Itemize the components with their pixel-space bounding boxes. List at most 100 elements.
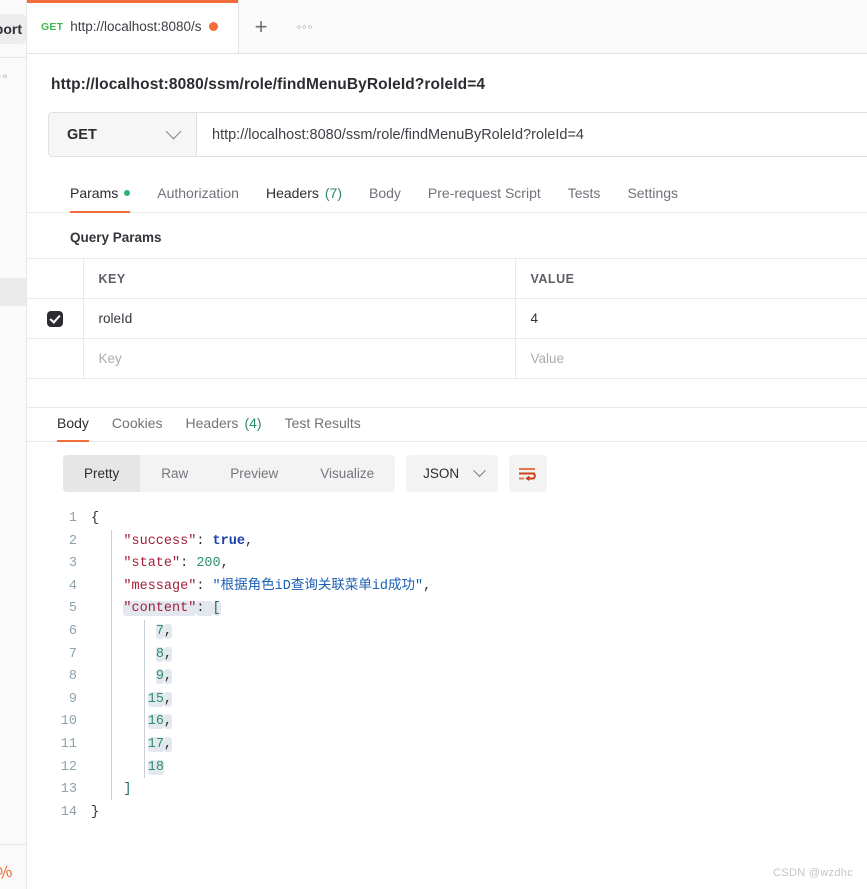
tab-title-label: http://localhost:8080/s	[70, 19, 202, 34]
row-key-cell[interactable]: roleId	[83, 298, 516, 339]
header-key-label: KEY	[98, 271, 126, 286]
wrap-lines-button[interactable]	[509, 455, 548, 492]
response-format-select[interactable]: JSON	[406, 455, 499, 492]
view-mode-visualize[interactable]: Visualize	[299, 455, 395, 492]
new-tab-button[interactable]: +	[239, 0, 283, 53]
query-params-heading: Query Params	[70, 230, 162, 245]
main-area: GET http://localhost:8080/s + ◦◦◦ http:/…	[27, 0, 867, 889]
code-line: 10 16,	[49, 711, 867, 734]
tab-tests[interactable]: Tests	[568, 185, 601, 212]
query-params-table: KEY VALUE roleId 4 Key Value	[27, 258, 867, 379]
header-cell-checkbox	[27, 258, 84, 299]
request-title: http://localhost:8080/ssm/role/findMenuB…	[51, 76, 486, 93]
response-view-modes: Pretty Raw Preview Visualize	[63, 455, 396, 492]
tab-headers-count: (7)	[324, 185, 342, 201]
line-content: }	[91, 802, 99, 825]
code-token: ,	[163, 623, 173, 639]
tab-authorization[interactable]: Authorization	[157, 185, 239, 212]
row-value-cell-empty[interactable]: Value	[515, 338, 867, 379]
line-content: ]	[91, 779, 131, 802]
code-token: 16	[147, 714, 164, 730]
tab-settings[interactable]: Settings	[627, 185, 678, 212]
line-number: 2	[68, 533, 77, 549]
checkbox-checked-icon[interactable]	[46, 310, 63, 327]
import-button[interactable]: Import	[0, 14, 26, 44]
line-content: 9,	[91, 666, 173, 689]
tab-pre-request-script[interactable]: Pre-request Script	[428, 185, 541, 212]
chevron-down-icon	[473, 464, 486, 478]
code-line: 6 7,	[49, 621, 867, 644]
response-tab-body-label: Body	[57, 415, 89, 431]
tab-tests-label: Tests	[567, 185, 601, 201]
code-token: [	[212, 601, 221, 617]
postman-window: Import ◦◦ % GET http://localhost:8080/s …	[0, 0, 867, 889]
table-row[interactable]: roleId 4	[27, 298, 867, 339]
response-body-code[interactable]: 1{2 "success": true, 3 "state": 200, 4 "me…	[27, 508, 867, 824]
view-mode-raw[interactable]: Raw	[140, 455, 209, 492]
code-line: 13 ]	[49, 779, 867, 802]
code-token: "success"	[123, 533, 197, 549]
response-tab-test-results[interactable]: Test Results	[285, 415, 361, 441]
table-row[interactable]: Key Value	[27, 338, 867, 379]
code-token: "message"	[123, 578, 197, 594]
response-format-value: JSON	[423, 466, 460, 481]
sidebar-bottom-icon[interactable]: %	[0, 862, 14, 885]
code-token: ,	[220, 556, 229, 572]
line-number: 4	[68, 578, 77, 594]
header-cell-key: KEY	[83, 258, 516, 299]
response-tab-cookies-label: Cookies	[111, 415, 163, 431]
line-number: 10	[60, 714, 77, 730]
url-input[interactable]: http://localhost:8080/ssm/role/findMenuB…	[197, 113, 867, 156]
row-value-cell[interactable]: 4	[515, 298, 867, 339]
tab-params[interactable]: Params	[70, 185, 131, 213]
line-content: 15,	[91, 689, 173, 712]
view-mode-preview[interactable]: Preview	[209, 455, 299, 492]
header-cell-value: VALUE	[515, 258, 867, 299]
line-number: 5	[68, 601, 77, 617]
code-token: true	[212, 533, 245, 549]
code-token: 7	[155, 623, 164, 639]
line-content: 16,	[91, 711, 173, 734]
code-line: 5 "content": [	[49, 598, 867, 621]
row-checkbox-cell[interactable]	[27, 298, 84, 339]
line-number: 9	[68, 691, 77, 707]
response-tab-cookies[interactable]: Cookies	[112, 415, 163, 441]
view-mode-pretty[interactable]: Pretty	[63, 455, 141, 492]
sidebar-active-item[interactable]	[0, 278, 26, 306]
response-tab-headers[interactable]: Headers (4)	[186, 415, 262, 441]
code-token: }	[91, 804, 100, 820]
method-select[interactable]: GET	[49, 113, 197, 156]
line-number: 1	[68, 511, 77, 526]
tab-body[interactable]: Body	[369, 185, 401, 212]
tab-headers[interactable]: Headers (7)	[266, 185, 342, 212]
chevron-down-icon	[165, 123, 182, 140]
code-line: 3 "state": 200,	[49, 553, 867, 576]
code-token: :	[196, 578, 213, 594]
line-number: 3	[68, 556, 77, 572]
line-content: {	[91, 508, 99, 531]
row-checkbox-cell-empty[interactable]	[27, 338, 84, 379]
ellipsis-icon[interactable]: ◦◦	[0, 69, 26, 84]
code-token: ,	[423, 578, 432, 594]
response-tab-body[interactable]: Body	[57, 415, 89, 442]
row-key-cell-empty[interactable]: Key	[83, 338, 516, 379]
code-token: :	[180, 556, 197, 572]
code-token: 200	[196, 556, 221, 572]
code-line: 2 "success": true,	[49, 531, 867, 554]
code-token: 17	[147, 736, 164, 752]
line-content: "state": 200,	[91, 553, 229, 576]
code-line: 7 8,	[49, 644, 867, 667]
header-value-label: VALUE	[530, 271, 575, 286]
code-line: 1{	[49, 508, 867, 531]
tab-options-icon[interactable]: ◦◦◦	[283, 0, 327, 53]
code-token: 9	[155, 669, 164, 685]
response-tab-headers-count: (4)	[244, 415, 262, 431]
request-tab[interactable]: GET http://localhost:8080/s	[27, 0, 239, 53]
row-key-value: roleId	[98, 311, 133, 326]
